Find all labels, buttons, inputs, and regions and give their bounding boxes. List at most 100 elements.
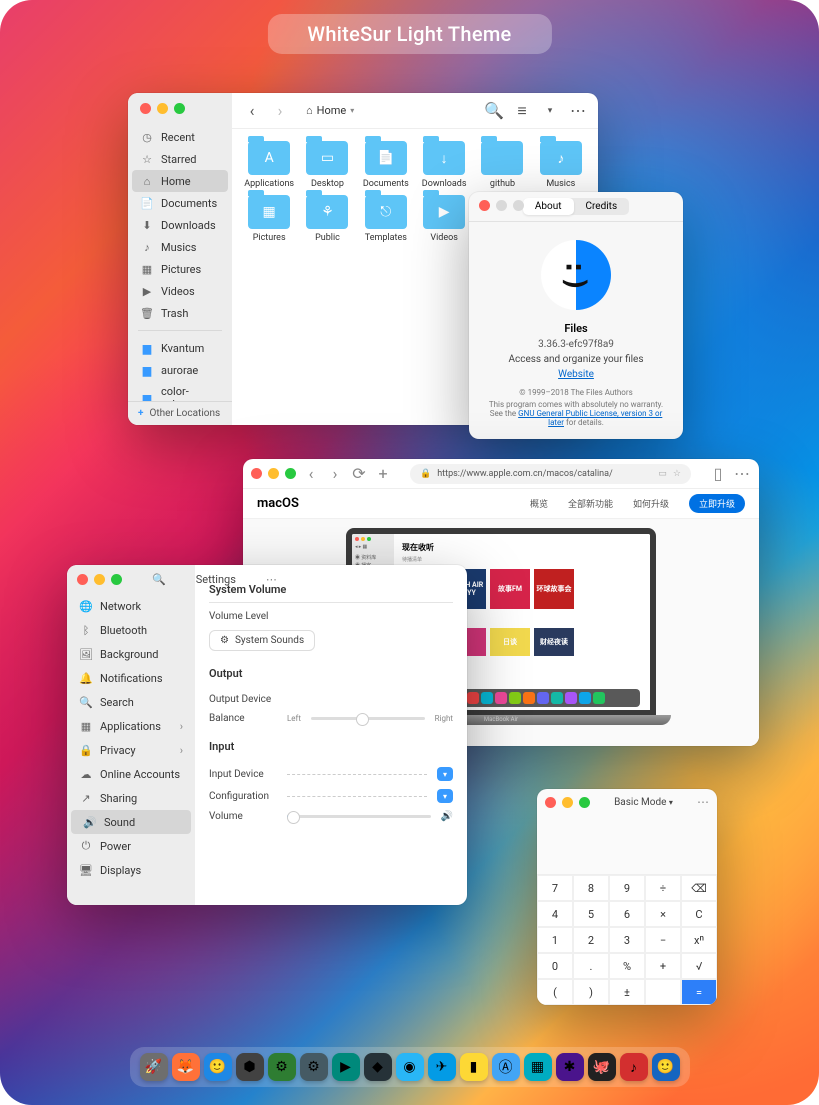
dock-app[interactable]: ◉ (396, 1053, 424, 1081)
minimize-button[interactable] (94, 574, 105, 585)
sidebar-item-notifications[interactable]: 🔔Notifications (67, 666, 195, 690)
mode-selector[interactable]: Basic Mode ▾ (590, 797, 697, 808)
configuration-badge[interactable]: ▾ (437, 789, 453, 803)
bookmark-icon[interactable]: ☆ (673, 469, 681, 479)
calc-key-=[interactable]: = (681, 979, 717, 1005)
dock-app[interactable]: Ⓐ (492, 1053, 520, 1081)
menu-button[interactable]: ⋯ (733, 465, 751, 483)
input-device-badge[interactable]: ▾ (437, 767, 453, 781)
sidebar-item-background[interactable]: 🖼Background (67, 642, 195, 666)
dock-app[interactable]: 🚀 (140, 1053, 168, 1081)
podcast-tile[interactable]: 环球故事会 (534, 569, 574, 609)
calc-key-8[interactable]: 8 (573, 875, 609, 901)
dock-app[interactable]: ⚙ (300, 1053, 328, 1081)
dock-app[interactable]: ▮ (460, 1053, 488, 1081)
maximize-button[interactable] (285, 468, 296, 479)
close-button[interactable] (545, 797, 556, 808)
calc-key-%[interactable]: % (609, 953, 645, 979)
search-button[interactable]: 🔍 (484, 101, 504, 121)
volume-slider[interactable] (287, 815, 431, 818)
view-options-button[interactable]: ▾ (540, 101, 560, 121)
url-bar[interactable]: 🔒 https://www.apple.com.cn/macos/catalin… (410, 464, 691, 484)
nav-link-features[interactable]: 全部新功能 (568, 497, 613, 510)
podcast-tile[interactable]: 日谈 (490, 628, 530, 656)
breadcrumb[interactable]: ⌂ Home ▾ (298, 102, 362, 119)
folder-documents[interactable]: 📄Documents (359, 141, 413, 189)
nav-link-upgrade[interactable]: 如何升级 (633, 497, 669, 510)
dock-app[interactable]: 🙂 (652, 1053, 680, 1081)
calc-key-÷[interactable]: ÷ (645, 875, 681, 901)
calc-key-9[interactable]: 9 (609, 875, 645, 901)
dock-app[interactable]: ▦ (524, 1053, 552, 1081)
dock-app[interactable]: ✈ (428, 1053, 456, 1081)
reload-button[interactable]: ⟳ (350, 465, 368, 483)
calc-key-+[interactable]: + (645, 953, 681, 979)
dock-app[interactable]: 🦊 (172, 1053, 200, 1081)
dock-app[interactable]: ✱ (556, 1053, 584, 1081)
dock-app[interactable]: ⬢ (236, 1053, 264, 1081)
back-button[interactable]: ‹ (242, 101, 262, 121)
dock-app[interactable]: ♪ (620, 1053, 648, 1081)
sidebar-item-documents[interactable]: 📄Documents (128, 192, 232, 214)
sidebar-bookmark-aurorae[interactable]: ▆aurorae (128, 359, 232, 381)
calc-key-√[interactable]: √ (681, 953, 717, 979)
maximize-button[interactable] (174, 103, 185, 114)
dock-app[interactable]: 🙂 (204, 1053, 232, 1081)
view-list-button[interactable]: ≡ (512, 101, 532, 121)
dock-app[interactable]: 🐙 (588, 1053, 616, 1081)
folder-applications[interactable]: AApplications (242, 141, 296, 189)
balance-slider[interactable] (311, 717, 425, 720)
sidebar-item-pictures[interactable]: ▦Pictures (128, 258, 232, 280)
system-sounds-button[interactable]: ⚙ System Sounds (209, 630, 315, 651)
sidebar-item-trash[interactable]: 🗑Trash (128, 302, 232, 324)
sidebar-bookmark-color-schemes[interactable]: ▆color-schemes (128, 381, 232, 401)
sidebar-item-musics[interactable]: ♪Musics (128, 236, 232, 258)
calc-key-0[interactable]: 0 (537, 953, 573, 979)
calc-key-C[interactable]: C (681, 901, 717, 927)
folder-github[interactable]: github (475, 141, 529, 189)
sidebar-item-home[interactable]: ⌂Home (132, 170, 228, 192)
folder-musics[interactable]: ♪Musics (534, 141, 588, 189)
calc-key-.[interactable]: . (573, 953, 609, 979)
calc-key-±[interactable]: ± (609, 979, 645, 1005)
sidebar-item-videos[interactable]: ▶Videos (128, 280, 232, 302)
folder-pictures[interactable]: ▦Pictures (242, 195, 296, 243)
sidebar-item-applications[interactable]: ▦Applications› (67, 714, 195, 738)
reader-icon[interactable]: ▭ (658, 469, 667, 479)
dock-app[interactable]: ▶ (332, 1053, 360, 1081)
calc-key-7[interactable]: 7 (537, 875, 573, 901)
sidebar-item-sharing[interactable]: ↗Sharing (67, 786, 195, 810)
close-button[interactable] (77, 574, 88, 585)
sidebar-item-privacy[interactable]: 🔒Privacy› (67, 738, 195, 762)
calc-key-−[interactable]: − (645, 927, 681, 953)
dock-app[interactable]: ⚙ (268, 1053, 296, 1081)
sidebar-item-displays[interactable]: 🖥Displays (67, 858, 195, 882)
maximize-button[interactable] (111, 574, 122, 585)
sidebar-item-downloads[interactable]: ⬇Downloads (128, 214, 232, 236)
minimize-button[interactable] (157, 103, 168, 114)
other-locations[interactable]: + Other Locations (128, 401, 232, 425)
calc-key-⌫[interactable]: ⌫ (681, 875, 717, 901)
nav-link-overview[interactable]: 概览 (530, 497, 548, 510)
sidebar-item-network[interactable]: 🌐Network (67, 594, 195, 618)
close-button[interactable] (479, 200, 490, 211)
upgrade-button[interactable]: 立即升级 (689, 494, 745, 513)
sidebar-item-sound[interactable]: 🔊Sound (71, 810, 191, 834)
calc-key-2[interactable]: 2 (573, 927, 609, 953)
minimize-button[interactable] (268, 468, 279, 479)
close-button[interactable] (251, 468, 262, 479)
calc-key-)[interactable]: ) (573, 979, 609, 1005)
folder-desktop[interactable]: ▭Desktop (300, 141, 354, 189)
minimize-button[interactable] (562, 797, 573, 808)
folder-downloads[interactable]: ↓Downloads (417, 141, 471, 189)
new-tab-button[interactable]: + (374, 465, 392, 483)
sidebar-button[interactable]: ▯ (709, 465, 727, 483)
calc-key-×[interactable]: × (645, 901, 681, 927)
menu-button[interactable]: ⋯ (568, 101, 588, 121)
menu-button[interactable]: ⋯ (697, 795, 709, 809)
sidebar-bookmark-Kvantum[interactable]: ▆Kvantum (128, 337, 232, 359)
sidebar-item-bluetooth[interactable]: ᛒBluetooth (67, 618, 195, 642)
calc-key-3[interactable]: 3 (609, 927, 645, 953)
folder-templates[interactable]: ⎋Templates (359, 195, 413, 243)
forward-button[interactable]: › (326, 465, 344, 483)
